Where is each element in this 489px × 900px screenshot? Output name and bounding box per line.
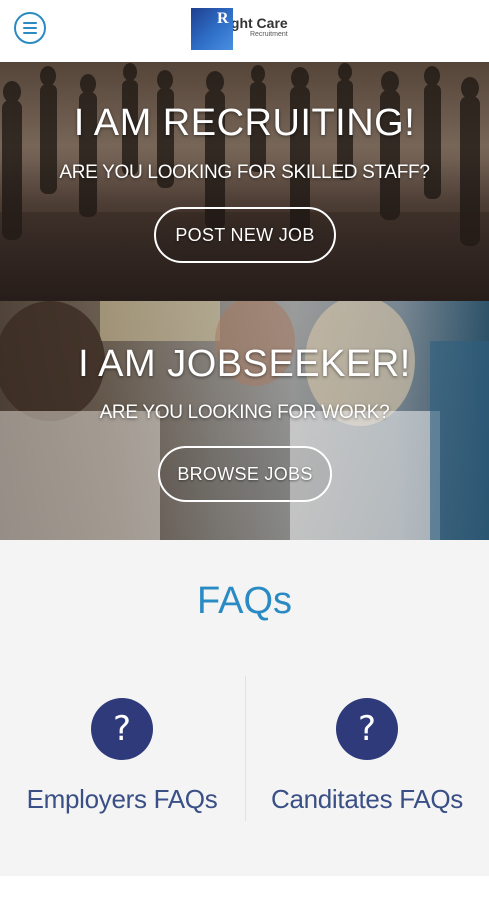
bottom-strip bbox=[0, 876, 489, 900]
app-header: R ight Care Recruitment bbox=[0, 0, 489, 62]
faq-section: FAQs ? Employers FAQs ? Canditates FAQs bbox=[0, 540, 489, 876]
logo-mark: R bbox=[191, 8, 233, 50]
faq-title: FAQs bbox=[196, 580, 293, 622]
employers-faq-link[interactable]: ? Employers FAQs bbox=[0, 698, 244, 815]
candidates-faq-link[interactable]: ? Canditates FAQs bbox=[245, 698, 489, 815]
recruiting-title: I AM RECRUITING! bbox=[73, 102, 416, 144]
recruiting-banner: I AM RECRUITING! ARE YOU LOOKING FOR SKI… bbox=[0, 62, 489, 301]
jobseeker-banner: I AM JOBSEEKER! ARE YOU LOOKING FOR WORK… bbox=[0, 301, 489, 540]
candidates-faq-label: Canditates FAQs bbox=[270, 784, 464, 814]
logo-name: ight Care bbox=[227, 14, 288, 31]
question-mark-icon: ? bbox=[336, 698, 398, 760]
question-mark-icon: ? bbox=[91, 698, 153, 760]
post-new-job-button[interactable]: POST NEW JOB bbox=[154, 207, 336, 263]
logo-text: ight Care Recruitment bbox=[227, 14, 288, 39]
right-care-logo[interactable]: R ight Care Recruitment bbox=[191, 8, 288, 50]
jobseeker-subtitle: ARE YOU LOOKING FOR WORK? bbox=[99, 402, 390, 423]
browse-jobs-button[interactable]: BROWSE JOBS bbox=[158, 446, 332, 502]
jobseeker-title: I AM JOBSEEKER! bbox=[78, 343, 411, 385]
hamburger-menu-icon[interactable] bbox=[14, 12, 46, 44]
recruiting-subtitle: ARE YOU LOOKING FOR SKILLED STAFF? bbox=[59, 162, 430, 183]
employers-faq-label: Employers FAQs bbox=[26, 784, 218, 814]
logo-tagline: Recruitment bbox=[249, 30, 288, 38]
logo-letter: R bbox=[217, 10, 229, 27]
